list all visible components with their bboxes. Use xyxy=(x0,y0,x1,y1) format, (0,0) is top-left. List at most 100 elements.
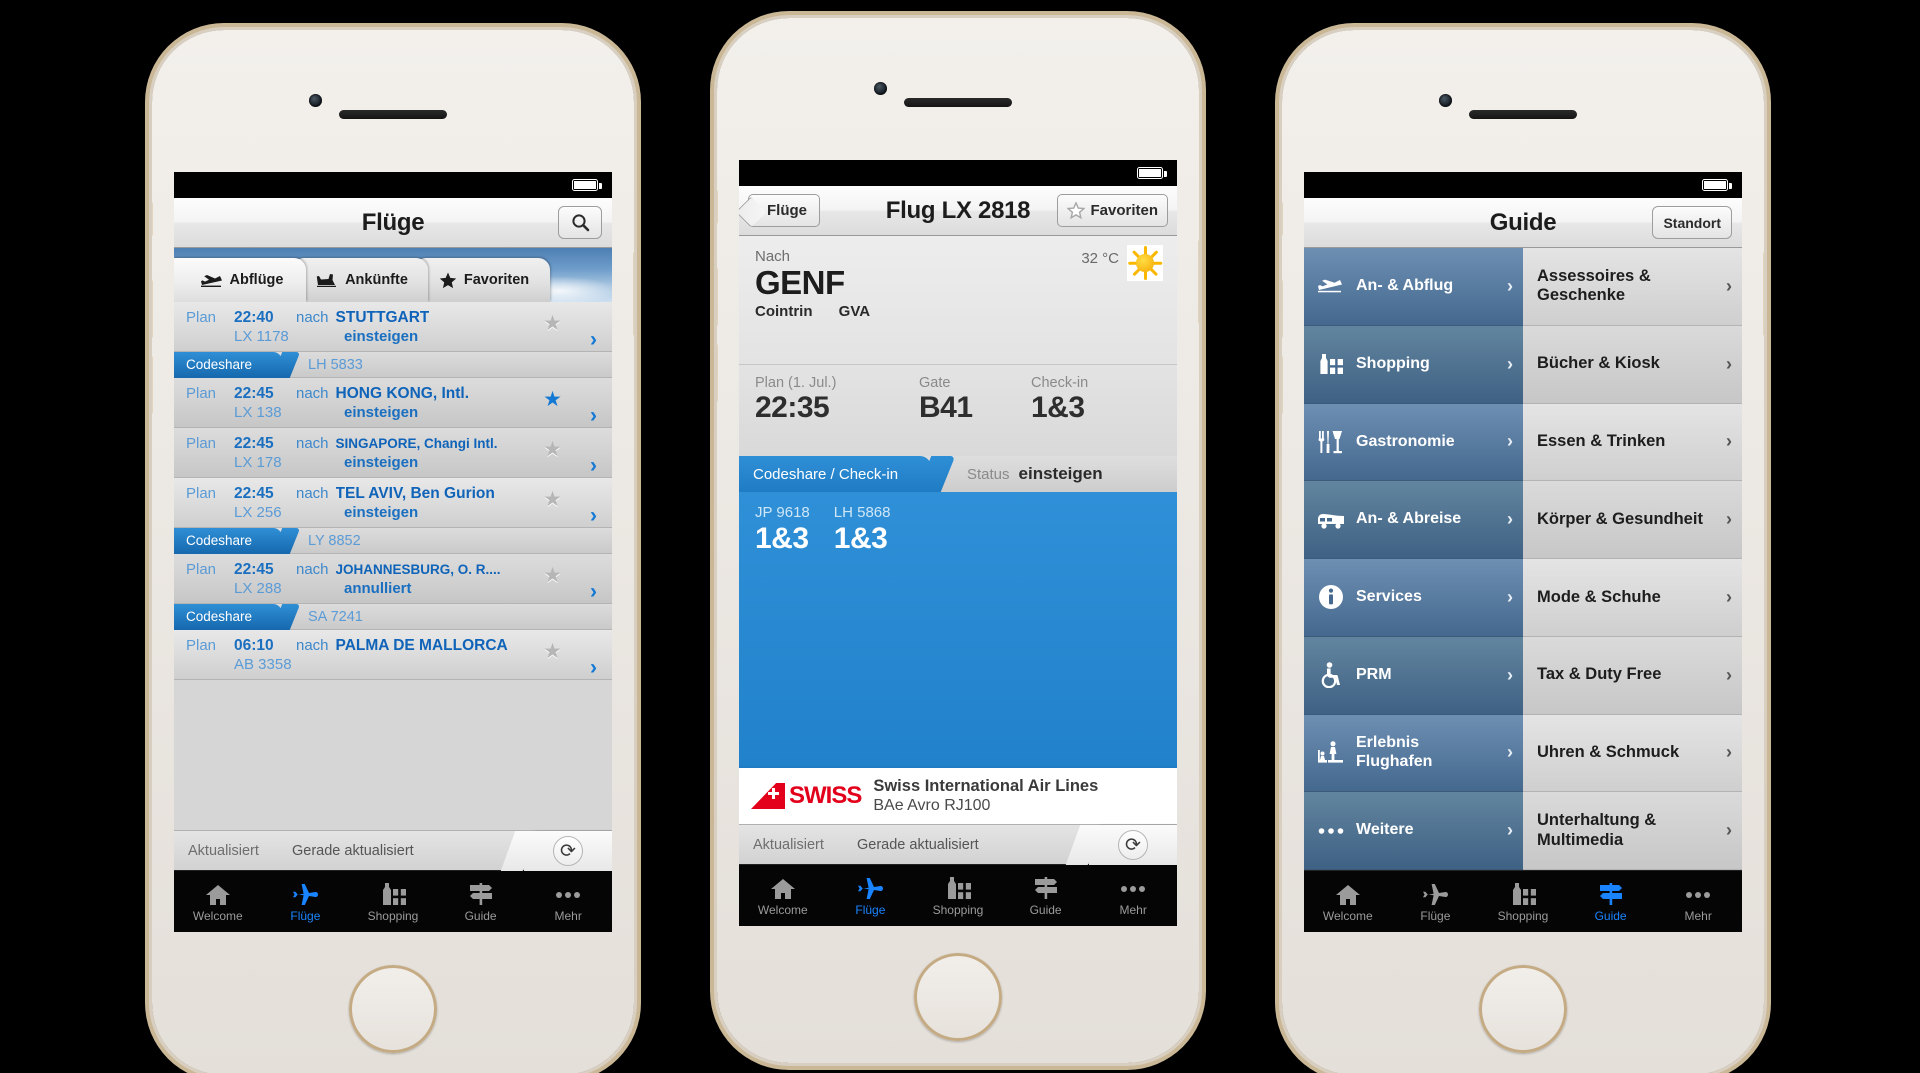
guide-item-an-abreise[interactable]: An- & Abreise › xyxy=(1304,481,1523,559)
favorites-button[interactable]: Favoriten xyxy=(1057,194,1168,227)
guide-subitem-buecher[interactable]: Bücher & Kiosk › xyxy=(1523,325,1742,404)
tab-label: Guide xyxy=(1029,903,1062,917)
tab-ankuenfte[interactable]: Ankünfte xyxy=(292,258,428,302)
table-row[interactable]: Plan 22:45 nach SINGAPORE, Changi Intl. … xyxy=(174,428,612,478)
flight-destination: STUTTGART xyxy=(335,309,430,326)
power-button[interactable] xyxy=(1198,240,1199,324)
home-icon xyxy=(1335,880,1361,906)
guide-subcategories-column: Assessoires & Geschenke › Bücher & Kiosk… xyxy=(1523,248,1742,870)
guide-item-erlebnis-flughafen[interactable]: Erlebnis Flughafen › xyxy=(1304,714,1523,793)
tab-shopping[interactable]: Shopping xyxy=(914,874,1002,917)
guide-subitem-unterhaltung-multimedia[interactable]: Unterhaltung & Multimedia › xyxy=(1523,792,1742,870)
chevron-right-icon: › xyxy=(590,328,597,351)
tab-guide[interactable]: Guide xyxy=(437,880,525,923)
flight-time: 22:40 xyxy=(234,309,274,326)
tab-fluege[interactable]: Flüge xyxy=(1392,880,1480,923)
flight-destination: TEL AVIV, Ben Gurion xyxy=(335,485,495,502)
signpost-icon xyxy=(1597,880,1625,906)
guide-item-weitere[interactable]: Weitere › xyxy=(1304,792,1523,870)
power-button[interactable] xyxy=(633,252,634,336)
refresh-button[interactable]: ⟳ xyxy=(524,831,612,871)
tab-welcome[interactable]: Welcome xyxy=(1304,880,1392,923)
refresh-button[interactable]: ⟳ xyxy=(1089,825,1177,865)
tab-favoriten[interactable]: Favoriten xyxy=(414,258,550,302)
guide-item-label: PRM xyxy=(1356,665,1392,683)
volume-down-button[interactable] xyxy=(717,344,718,402)
guide-item-gastronomie[interactable]: Gastronomie › xyxy=(1304,403,1523,482)
table-row[interactable]: Plan 06:10 nach PALMA DE MALLORCA AB 335… xyxy=(174,630,612,680)
guide-subitem-mode-schuhe[interactable]: Mode & Schuhe › xyxy=(1523,559,1742,637)
chevron-right-icon: › xyxy=(590,454,597,477)
guide-item-services[interactable]: Services › xyxy=(1304,559,1523,637)
guide-item-shopping[interactable]: Shopping › xyxy=(1304,325,1523,404)
guide-subitem-assessoires[interactable]: Assessoires & Geschenke › xyxy=(1523,248,1742,326)
flight-number: LX 1178 xyxy=(234,328,289,345)
tab-fluege[interactable]: Flüge xyxy=(262,880,350,923)
favorite-star-icon[interactable]: ★ xyxy=(543,387,562,412)
volume-up-button[interactable] xyxy=(1282,280,1283,338)
tab-mehr[interactable]: Mehr xyxy=(524,880,612,923)
tab-abfluege[interactable]: Abflüge xyxy=(174,258,306,302)
tab-fluege[interactable]: Flüge xyxy=(827,874,915,917)
tab-welcome[interactable]: Welcome xyxy=(739,874,827,917)
table-row[interactable]: Plan 22:45 nach TEL AVIV, Ben Gurion LX … xyxy=(174,478,612,528)
home-button[interactable] xyxy=(349,965,437,1053)
tab-shopping[interactable]: Shopping xyxy=(349,880,437,923)
phone1-screen: Flüge Abflüge Ankünfte Favoriten Plan 22… xyxy=(174,172,612,932)
flight-direction-label: nach xyxy=(296,637,329,654)
battery-icon xyxy=(572,179,602,191)
search-button[interactable] xyxy=(558,206,602,239)
guide-subitem-tax-duty-free[interactable]: Tax & Duty Free › xyxy=(1523,636,1742,715)
checkin-field: Check-in 1&3 xyxy=(1031,375,1088,456)
flight-list[interactable]: Plan 22:40 nach STUTTGART LX 1178 einste… xyxy=(174,302,612,830)
back-button[interactable]: Flüge xyxy=(748,194,820,227)
favorite-star-icon[interactable]: ★ xyxy=(543,563,562,588)
phone-device-flight-detail: Flüge Flug LX 2818 Favoriten Nach GENF C… xyxy=(717,18,1199,1063)
guide-item-an-abflug[interactable]: An- & Abflug › xyxy=(1304,248,1523,326)
tab-guide[interactable]: Guide xyxy=(1567,880,1655,923)
swiss-logo: SWISS xyxy=(751,782,862,810)
guide-item-prm[interactable]: PRM › xyxy=(1304,636,1523,715)
table-row[interactable]: Plan 22:40 nach STUTTGART LX 1178 einste… xyxy=(174,302,612,352)
bottom-tab-bar[interactable]: Welcome Flüge Shopping Guide Mehr xyxy=(739,864,1177,926)
tab-welcome[interactable]: Welcome xyxy=(174,880,262,923)
guide-item-label: Shopping xyxy=(1356,354,1430,372)
favorite-star-icon[interactable]: ★ xyxy=(543,487,562,512)
flight-number: LX 288 xyxy=(234,580,282,597)
favorite-star-icon[interactable]: ★ xyxy=(543,639,562,664)
departure-plane-icon xyxy=(200,274,223,287)
power-button[interactable] xyxy=(1763,252,1764,336)
bottom-tab-bar[interactable]: Welcome Flüge Shopping Guide Mehr xyxy=(174,870,612,932)
volume-down-button[interactable] xyxy=(1282,356,1283,414)
tab-guide[interactable]: Guide xyxy=(1002,874,1090,917)
guide-subitem-essen-trinken[interactable]: Essen & Trinken › xyxy=(1523,403,1742,482)
table-row[interactable]: Plan 22:45 nach HONG KONG, Intl. LX 138 … xyxy=(174,378,612,428)
status-bar xyxy=(739,160,1177,186)
favorite-star-icon[interactable]: ★ xyxy=(543,311,562,336)
mute-switch[interactable] xyxy=(152,202,153,236)
tab-shopping[interactable]: Shopping xyxy=(1479,880,1567,923)
favorite-star-icon[interactable]: ★ xyxy=(543,437,562,462)
tab-mehr[interactable]: Mehr xyxy=(1654,880,1742,923)
mute-switch[interactable] xyxy=(717,190,718,224)
volume-down-button[interactable] xyxy=(152,356,153,414)
favorites-button-label: Favoriten xyxy=(1090,202,1158,219)
codeshare-row: Codeshare SA 7241 xyxy=(174,603,612,630)
chevron-right-icon: › xyxy=(1726,431,1732,452)
guide-subitem-uhren-schmuck[interactable]: Uhren & Schmuck › xyxy=(1523,714,1742,793)
home-button[interactable] xyxy=(1479,965,1567,1053)
tab-label: Shopping xyxy=(367,909,419,923)
tab-mehr[interactable]: Mehr xyxy=(1089,874,1177,917)
sun-icon xyxy=(1127,245,1163,281)
volume-up-button[interactable] xyxy=(717,268,718,326)
destination-iata: GVA xyxy=(838,302,871,320)
standort-button[interactable]: Standort xyxy=(1652,206,1732,239)
volume-up-button[interactable] xyxy=(152,280,153,338)
navigation-bar: Flüge Flug LX 2818 Favoriten xyxy=(739,186,1177,236)
codeshare-tag: Codeshare xyxy=(174,527,282,554)
home-button[interactable] xyxy=(914,953,1002,1041)
guide-subitem-koerper-gesundheit[interactable]: Körper & Gesundheit › xyxy=(1523,481,1742,559)
mute-switch[interactable] xyxy=(1282,202,1283,236)
table-row[interactable]: Plan 22:45 nach JOHANNESBURG, O. R.... L… xyxy=(174,554,612,604)
bottom-tab-bar[interactable]: Welcome Flüge Shopping Guide Mehr xyxy=(1304,870,1742,932)
